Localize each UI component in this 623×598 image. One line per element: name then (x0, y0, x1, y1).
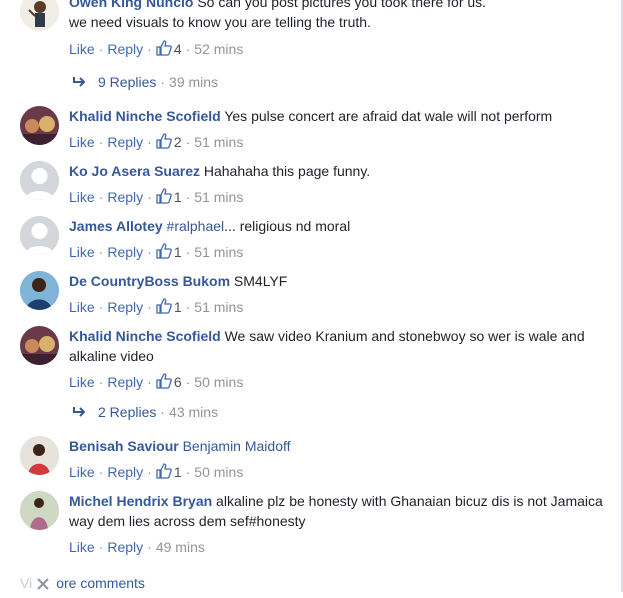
avatar[interactable] (20, 0, 59, 31)
replies-link[interactable]: 9 Replies · 39 mins (72, 72, 218, 92)
reply-button[interactable]: Reply (107, 299, 143, 315)
reply-arrow-icon (72, 73, 88, 93)
avatar[interactable] (20, 216, 59, 255)
thumbs-up-icon (156, 463, 172, 484)
thumbs-up-icon (156, 373, 172, 394)
comment-actions: Like · Reply · 1 · 51 mins (69, 242, 613, 262)
timestamp[interactable]: 51 mins (194, 299, 243, 315)
reply-arrow-icon (72, 403, 88, 423)
comment-author[interactable]: James Allotey (69, 218, 163, 234)
like-button[interactable]: Like (69, 374, 95, 390)
comment-author[interactable]: De CountryBoss Bukom (69, 273, 230, 289)
comment-author[interactable]: Khalid Ninche Scofield (69, 328, 221, 344)
comment-text: Owen King Nuncio So can you post picture… (69, 0, 613, 32)
timestamp[interactable]: 50 mins (194, 464, 243, 480)
like-count: 1 (173, 464, 182, 480)
like-count: 1 (173, 189, 182, 205)
replies-link[interactable]: 2 Replies · 43 mins (72, 402, 218, 422)
thumbs-up-icon (156, 133, 172, 154)
comment-text: De CountryBoss Bukom SM4LYF (69, 271, 613, 291)
timestamp[interactable]: 51 mins (194, 244, 243, 260)
comment-author[interactable]: Ko Jo Asera Suarez (69, 163, 200, 179)
like-button[interactable]: Like (69, 189, 95, 205)
reply-button[interactable]: Reply (107, 244, 143, 260)
replies-count[interactable]: 2 Replies (98, 404, 156, 420)
comment-text: Benisah Saviour Benjamin Maidoff (69, 436, 613, 456)
hashtag-link[interactable]: #ralphael (167, 218, 225, 234)
like-count: 1 (173, 244, 182, 260)
like-button[interactable]: Like (69, 244, 95, 260)
like-button[interactable]: Like (69, 299, 95, 315)
comment-actions: Like · Reply · 49 mins (69, 539, 205, 555)
like-button[interactable]: Like (69, 464, 95, 480)
reply-button[interactable]: Reply (107, 189, 143, 205)
avatar[interactable] (20, 326, 59, 365)
comment-author[interactable]: Owen King Nuncio (69, 0, 193, 10)
more-comments-hidden-prefix: Vi (20, 575, 33, 591)
reply-button[interactable]: Reply (107, 41, 143, 57)
comment-author[interactable]: Benisah Saviour (69, 438, 179, 454)
thumbs-up-icon (156, 40, 172, 61)
like-button[interactable]: Like (69, 539, 95, 555)
reply-button[interactable]: Reply (107, 134, 143, 150)
avatar[interactable] (20, 436, 59, 475)
timestamp[interactable]: 49 mins (156, 539, 205, 555)
replies-time: 39 mins (169, 74, 219, 90)
close-icon[interactable] (34, 575, 52, 593)
comment-actions: Like · Reply · 4 · 52 mins (69, 39, 613, 59)
avatar[interactable] (20, 161, 59, 200)
comment-message: Hahahaha this page funny. (203, 163, 371, 179)
reply-button[interactable]: Reply (107, 464, 143, 480)
like-count: 1 (173, 299, 182, 315)
comment-text: Khalid Ninche Scofield We saw video Kran… (69, 326, 613, 366)
thumbs-up-icon (156, 188, 172, 209)
reply-button[interactable]: Reply (107, 374, 143, 390)
timestamp[interactable]: 50 mins (194, 374, 243, 390)
like-count: 6 (173, 374, 182, 390)
comment-actions: Like · Reply · 6 · 50 mins (69, 372, 613, 392)
comment-message: SM4LYF (233, 273, 288, 289)
comment-actions: Like · Reply · 1 · 50 mins (69, 462, 613, 482)
reply-button[interactable]: Reply (107, 539, 143, 555)
comment-actions: Like · Reply · 1 · 51 mins (69, 297, 613, 317)
more-comments-label: ore comments (56, 575, 145, 591)
comment-actions: Like · Reply · 2 · 51 mins (69, 132, 613, 152)
comment-author[interactable]: Michel Hendrix Bryan (69, 493, 212, 509)
timestamp[interactable]: 51 mins (194, 134, 243, 150)
replies-count[interactable]: 9 Replies (98, 74, 156, 90)
comment-text: Ko Jo Asera Suarez Hahahaha this page fu… (69, 161, 613, 181)
like-button[interactable]: Like (69, 134, 95, 150)
avatar[interactable] (20, 271, 59, 310)
timestamp[interactable]: 52 mins (194, 41, 243, 57)
mention-link[interactable]: Benjamin Maidoff (183, 438, 291, 454)
timestamp[interactable]: 51 mins (194, 189, 243, 205)
avatar[interactable] (20, 106, 59, 145)
comment-text: Michel Hendrix Bryan alkaline plz be hon… (69, 491, 613, 531)
comment-message: ... religious nd moral (224, 218, 351, 234)
thumbs-up-icon (156, 298, 172, 319)
avatar[interactable] (20, 491, 59, 530)
comment-text: James Allotey #ralphael... religious nd … (69, 216, 613, 236)
thumbs-up-icon (156, 243, 172, 264)
comment-message: Yes pulse concert are afraid dat wale wi… (224, 108, 553, 124)
comment-author[interactable]: Khalid Ninche Scofield (69, 108, 221, 124)
replies-time: 43 mins (169, 404, 219, 420)
comment-text: Khalid Ninche Scofield Yes pulse concert… (69, 106, 613, 126)
view-more-comments-link[interactable]: Vi ore comments (20, 573, 145, 593)
like-count: 2 (173, 134, 182, 150)
comment-actions: Like · Reply · 1 · 51 mins (69, 187, 613, 207)
like-button[interactable]: Like (69, 41, 95, 57)
like-count: 4 (173, 41, 182, 57)
